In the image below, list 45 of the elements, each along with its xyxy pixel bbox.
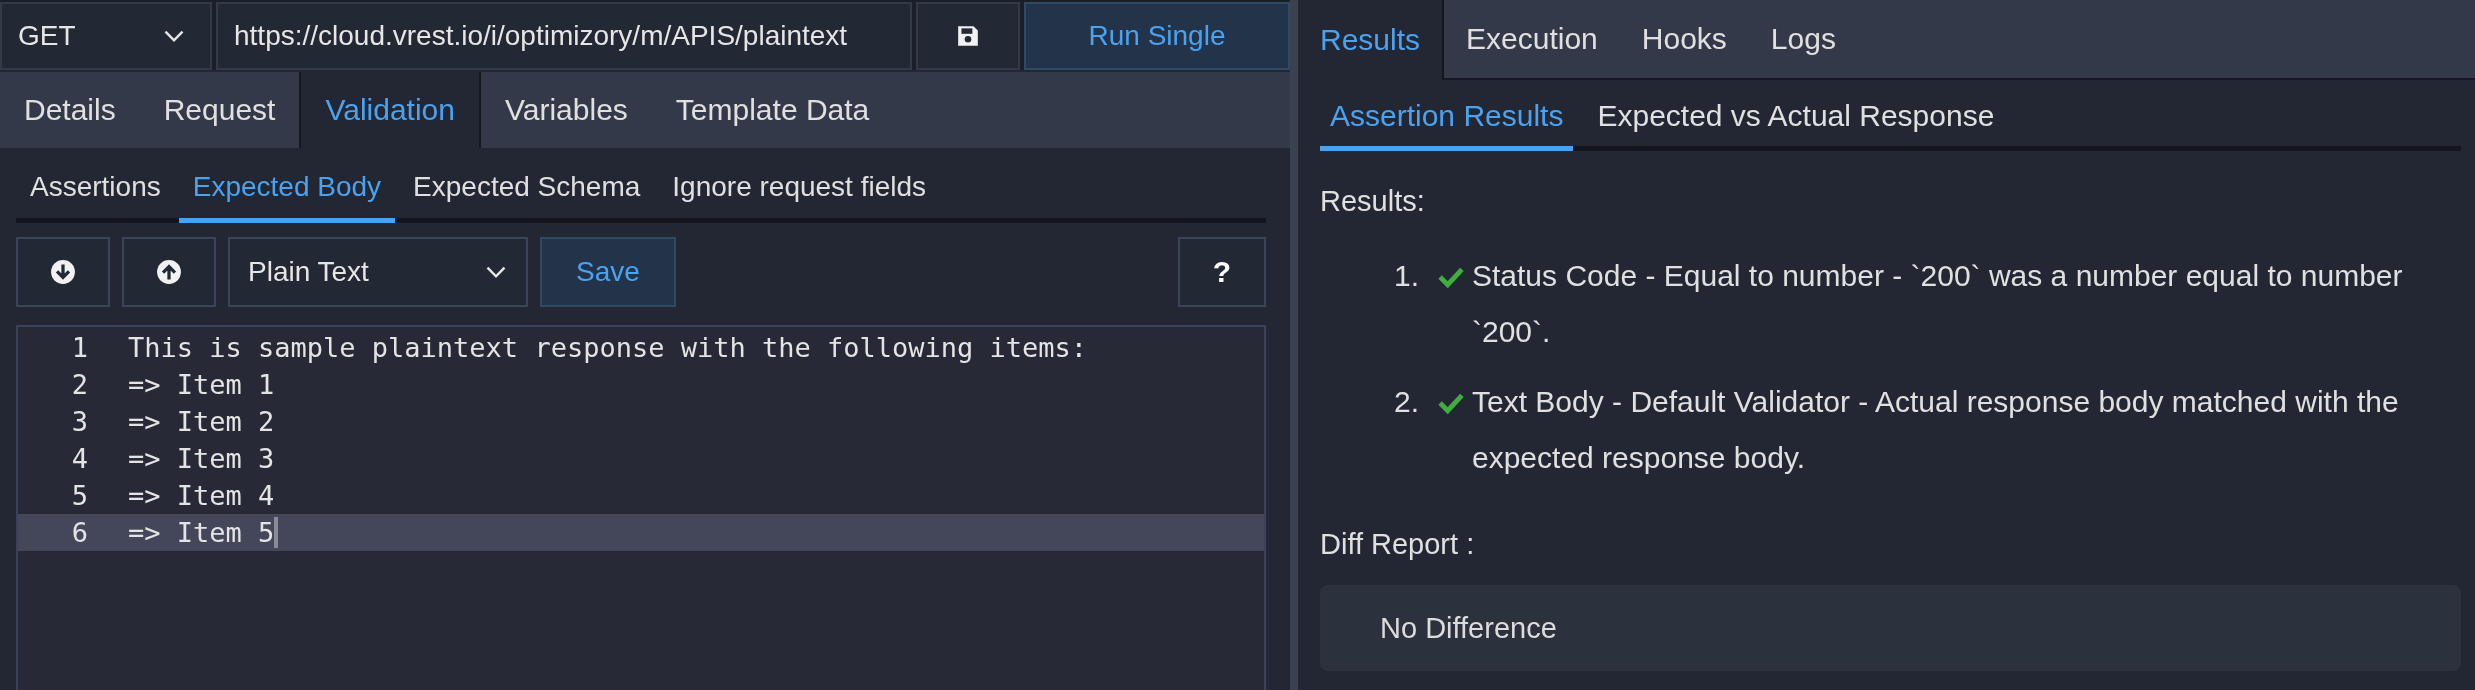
- code-line: => Item 1: [128, 369, 276, 400]
- list-number: 2.: [1394, 384, 1421, 420]
- line-number: 6: [70, 517, 88, 548]
- code-line: => Item 4: [128, 480, 276, 511]
- tab[interactable]: Execution: [1444, 0, 1620, 78]
- move-up-button[interactable]: [122, 237, 216, 307]
- save-button[interactable]: Save: [540, 237, 676, 307]
- tab[interactable]: Hooks: [1619, 0, 1749, 78]
- tab[interactable]: Logs: [1748, 0, 1858, 78]
- sub-tab[interactable]: Expected Body: [178, 156, 396, 223]
- move-down-button[interactable]: [16, 237, 110, 307]
- url-field[interactable]: https://cloud.vrest.io/i/optimizory/m/APIS/plaintext: [216, 2, 912, 70]
- sub-tab[interactable]: Assertion Results: [1320, 86, 1574, 151]
- line-number: 1: [70, 332, 88, 363]
- code-line: => Item 2: [128, 406, 276, 437]
- results-heading: Results:: [1320, 185, 1425, 218]
- diff-report-heading: Diff Report :: [1320, 528, 1475, 561]
- method-dropdown[interactable]: GET: [0, 2, 212, 70]
- tab[interactable]: Results: [1298, 0, 1445, 80]
- help-button[interactable]: ?: [1178, 237, 1266, 307]
- code-line: => Item 5: [128, 517, 279, 548]
- sub-tab[interactable]: Expected vs Actual Response: [1587, 86, 2005, 151]
- tab[interactable]: Variables: [481, 72, 652, 148]
- tab[interactable]: Request: [139, 72, 300, 148]
- diff-report-text: No Difference: [1380, 611, 1557, 645]
- tab[interactable]: Template Data: [651, 72, 894, 148]
- save-button[interactable]: [916, 2, 1020, 70]
- tab[interactable]: Details: [0, 72, 140, 148]
- code-editor[interactable]: 1 This is sample plaintext response with the following items: 2 => Item 1 3 => Item 2 4 => Item 3 5 => Item 4 6 => Item 5: [16, 325, 1266, 690]
- line-number: 2: [70, 369, 88, 400]
- code-line: This is sample plaintext response with the following items:: [128, 332, 1089, 363]
- list-number: 1.: [1394, 258, 1421, 294]
- result-text: Status Code - Equal to number - `200` was a number equal to number `200`.: [1472, 258, 2404, 350]
- save-icon: [956, 24, 980, 48]
- code-line: => Item 3: [128, 443, 276, 474]
- result-text: Text Body - Default Validator - Actual response body matched with the expected response body.: [1472, 384, 2400, 476]
- sub-tab[interactable]: Ignore request fields: [658, 156, 941, 223]
- run-single-button[interactable]: Run Single: [1024, 2, 1290, 70]
- line-number: 5: [70, 480, 88, 511]
- sub-tab[interactable]: Expected Schema: [399, 156, 655, 223]
- line-number: 4: [70, 443, 88, 474]
- tab[interactable]: Validation: [299, 72, 481, 148]
- format-dropdown[interactable]: Plain Text: [228, 237, 528, 307]
- sub-tab[interactable]: Assertions: [16, 156, 175, 223]
- line-number: 3: [70, 406, 88, 437]
